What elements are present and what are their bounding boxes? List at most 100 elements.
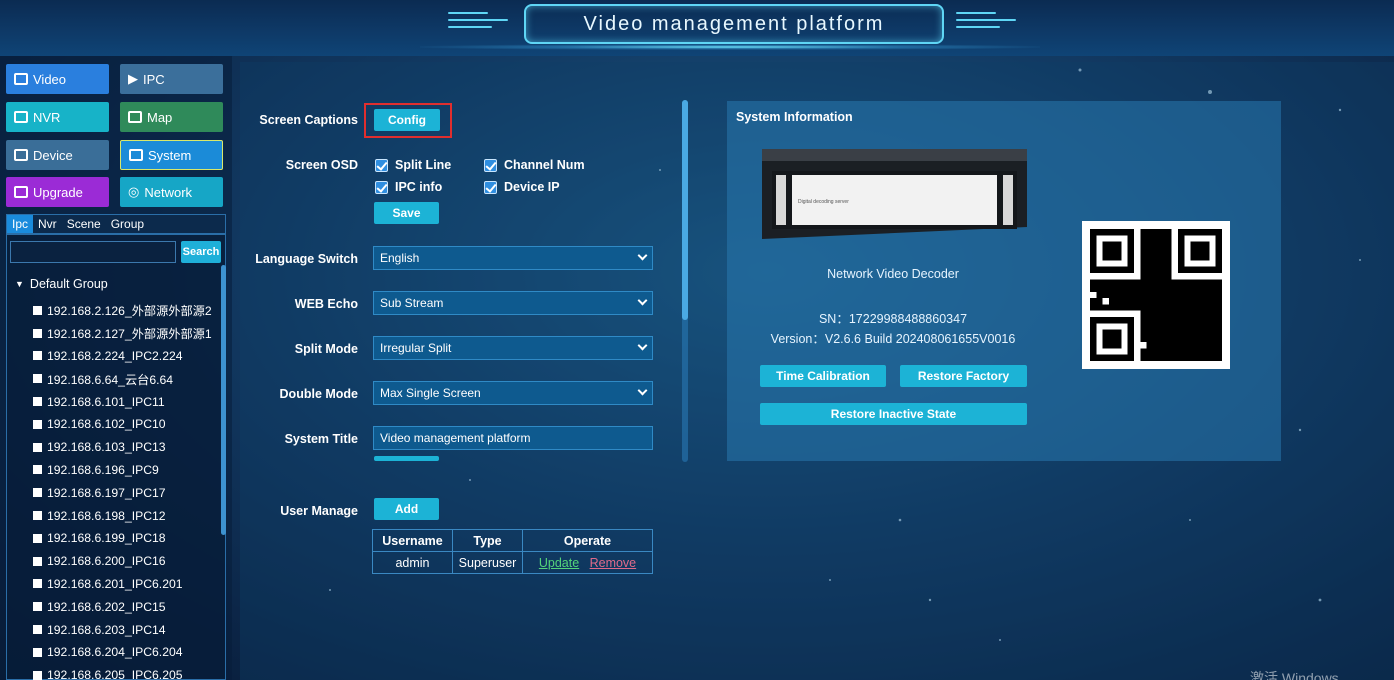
qr-code-image [1082,221,1230,369]
channel-num-checkbox[interactable]: Channel Num [484,158,585,172]
tree-tabs: Ipc Nvr Scene Group [6,214,226,234]
language-select[interactable]: English [373,246,653,270]
list-item[interactable]: 192.168.6.198_IPC12 [33,504,212,527]
list-item-label: 192.168.6.64_云台6.64 [47,372,174,387]
time-calibration-button[interactable]: Time Calibration [760,365,886,387]
checkbox-icon[interactable] [33,579,42,589]
list-item[interactable]: 192.168.6.202_IPC15 [33,595,212,618]
web-echo-select[interactable]: Sub Stream [373,291,653,315]
split-mode-select[interactable]: Irregular Split [373,336,653,360]
list-item-label: 192.168.6.101_IPC11 [47,394,165,409]
osd-save-button[interactable]: Save [374,202,439,224]
device-list: 192.168.2.126_外部源外部源2 192.168.2.127_外部源外部… [33,299,212,680]
list-item[interactable]: 192.168.6.201_IPC6.201 [33,573,212,596]
device-tree-panel: Search ▼ Default Group 192.168.2.126_外部源… [6,234,226,680]
list-item[interactable]: 192.168.6.103_IPC13 [33,436,212,459]
caret-down-icon: ▼ [15,279,24,289]
add-user-button[interactable]: Add [374,498,439,520]
double-mode-select[interactable]: Max Single Screen [373,381,653,405]
checkbox-checked-icon [484,158,497,172]
list-item[interactable]: 192.168.6.102_IPC10 [33,413,212,436]
checkbox-icon[interactable] [33,670,42,680]
checkbox-icon[interactable] [33,374,42,384]
device-name: Network Video Decoder [827,267,959,281]
system-title-save-button[interactable] [374,456,439,461]
list-item-label: 192.168.6.203_IPC14 [47,622,166,637]
list-item[interactable]: 192.168.6.101_IPC11 [33,390,212,413]
checkbox-icon[interactable] [33,419,42,429]
table-row: admin Superuser Update Remove [372,551,653,574]
version-info: Version：V2.6.6 Build 202408061655V0016 [770,332,1016,346]
device-ip-label: Device IP [504,180,560,194]
checkbox-icon[interactable] [33,351,42,361]
checkbox-icon[interactable] [33,511,42,521]
tree-scrollbar[interactable] [221,265,226,535]
tree-search-button[interactable]: Search [181,241,221,263]
checkbox-icon[interactable] [33,442,42,452]
qr-code-icon [1090,229,1222,361]
split-line-label: Split Line [395,158,452,172]
update-user-link[interactable]: Update [539,556,579,570]
list-item[interactable]: 192.168.2.126_外部源外部源2 [33,299,212,322]
list-item[interactable]: 192.168.6.200_IPC16 [33,550,212,573]
double-mode-value: Max Single Screen [380,386,481,400]
list-item[interactable]: 192.168.6.204_IPC6.204 [33,641,212,664]
split-mode-value: Irregular Split [380,341,452,355]
nav-device-button[interactable]: Device [6,140,109,170]
checkbox-icon[interactable] [33,305,42,315]
nav-system-button[interactable]: System [120,140,223,170]
nav-upgrade-button[interactable]: Upgrade [6,177,109,207]
system-title-label: System Title [284,432,358,446]
list-item[interactable]: 192.168.6.199_IPC18 [33,527,212,550]
device-ip-checkbox[interactable]: Device IP [484,180,560,194]
checkbox-icon[interactable] [33,625,42,635]
chevron-down-icon [637,340,648,351]
checkbox-icon[interactable] [33,556,42,566]
nav-video-button[interactable]: Video [6,64,109,94]
nav-device-label: Device [33,147,73,163]
tab-ipc[interactable]: Ipc [7,215,34,233]
config-button[interactable]: Config [374,109,440,131]
checkbox-icon[interactable] [33,328,42,338]
nav-ipc-button[interactable]: ▶ IPC [120,64,223,94]
chevron-down-icon [637,385,648,396]
checkbox-icon[interactable] [33,397,42,407]
list-item[interactable]: 192.168.6.203_IPC14 [33,618,212,641]
restore-inactive-button[interactable]: Restore Inactive State [760,403,1027,425]
tab-scene[interactable]: Scene [62,215,106,233]
nav-map-button[interactable]: Map [120,102,223,132]
remove-user-link[interactable]: Remove [590,556,637,570]
restore-factory-button[interactable]: Restore Factory [900,365,1027,387]
list-item[interactable]: 192.168.2.224_IPC2.224 [33,345,212,368]
operate-header: Operate [522,529,653,552]
settings-scrollbar[interactable] [682,100,688,462]
globe-icon: ◎ [128,184,140,199]
tab-nvr[interactable]: Nvr [33,215,62,233]
list-item[interactable]: 192.168.6.205_IPC6.205 [33,664,212,680]
list-item[interactable]: 192.168.6.197_IPC17 [33,481,212,504]
list-item[interactable]: 192.168.6.64_云台6.64 [33,367,212,390]
scrollbar-thumb[interactable] [682,100,688,320]
checkbox-icon[interactable] [33,602,42,612]
list-item[interactable]: 192.168.2.127_外部源外部源1 [33,322,212,345]
nav-nvr-button[interactable]: NVR [6,102,109,132]
system-title-value: Video management platform [380,431,531,445]
checkbox-checked-icon [375,158,388,172]
nav-network-button[interactable]: ◎ Network [120,177,223,207]
checkbox-icon[interactable] [33,647,42,657]
tab-group[interactable]: Group [106,215,149,233]
checkbox-checked-icon [375,180,388,194]
tree-search-input[interactable] [10,241,176,263]
checkbox-icon[interactable] [33,488,42,498]
checkbox-icon[interactable] [33,533,42,543]
username-header: Username [372,529,453,552]
nav-system-label: System [148,147,192,163]
list-item[interactable]: 192.168.6.196_IPC9 [33,459,212,482]
title-frame: Video management platform [524,4,944,44]
system-title-input[interactable]: Video management platform [373,426,653,450]
split-line-checkbox[interactable]: Split Line [375,158,451,172]
checkbox-icon[interactable] [33,465,42,475]
list-item-label: 192.168.6.202_IPC15 [47,599,166,614]
default-group[interactable]: ▼ Default Group [15,277,108,291]
ipc-info-checkbox[interactable]: IPC info [375,180,442,194]
